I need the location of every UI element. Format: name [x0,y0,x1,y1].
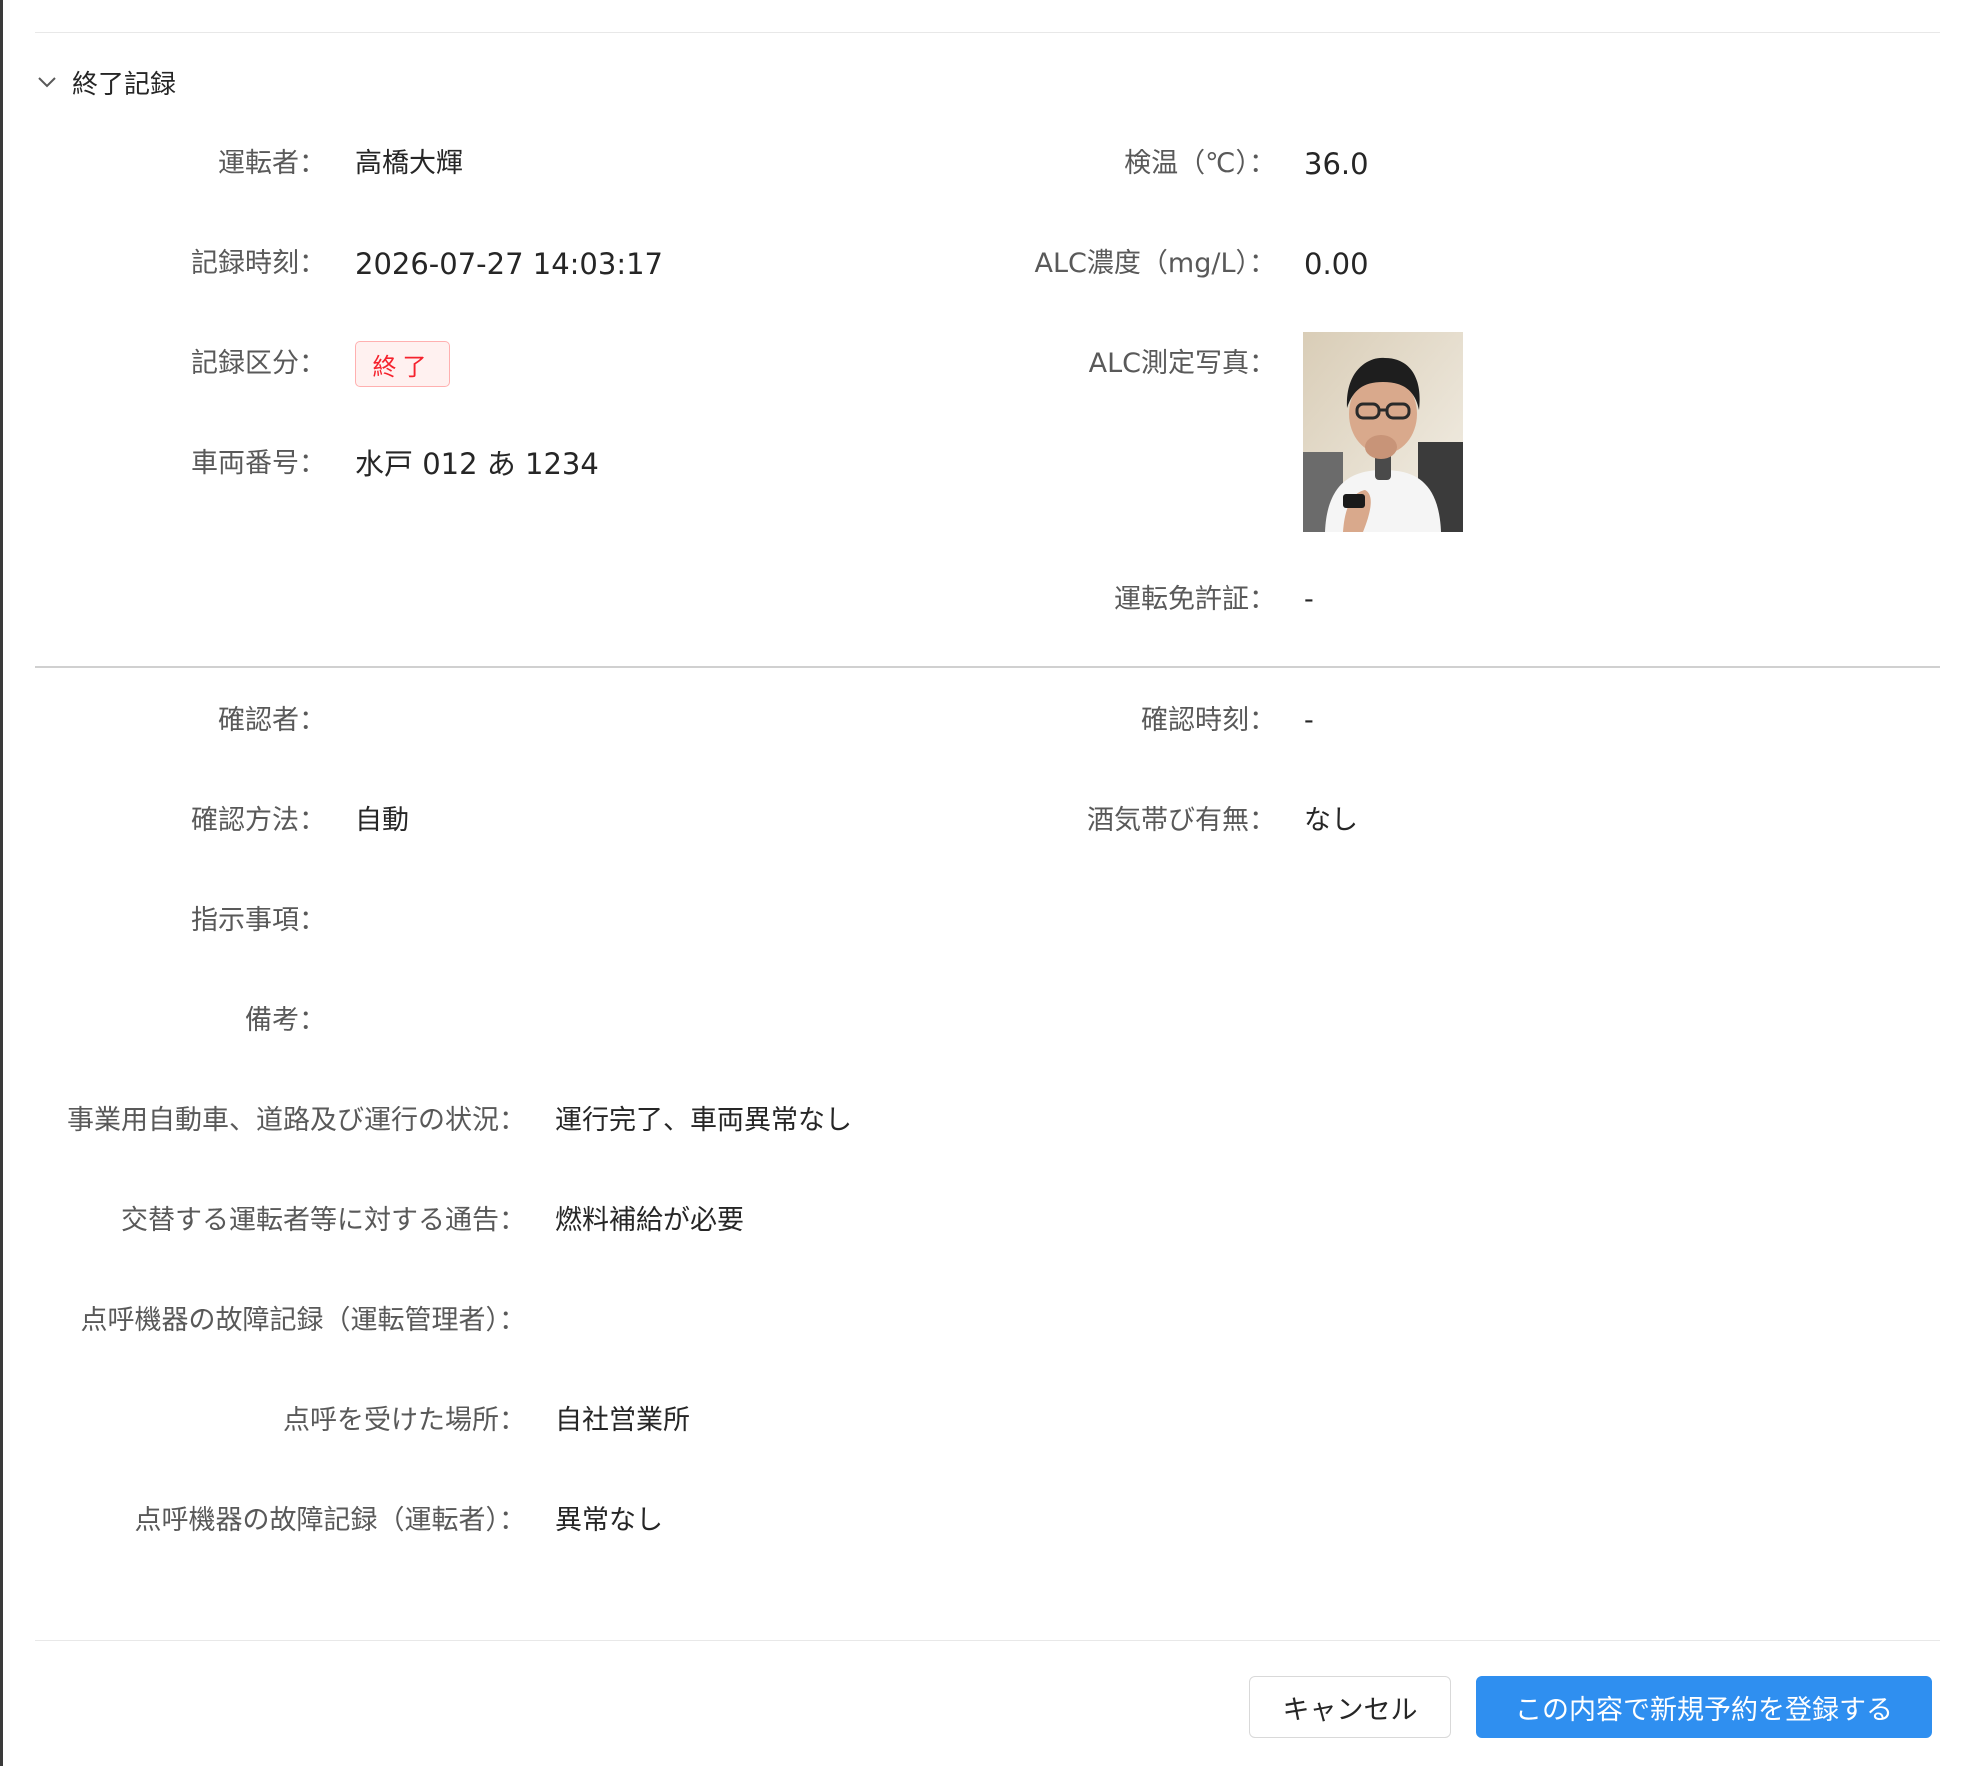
driver-value: 高橋大輝 [355,148,463,179]
record-time-value: 2026-07-27 14:03:17 [355,247,663,281]
chevron-down-icon [38,77,56,88]
device-fault-driver-value: 異常なし [555,1505,663,1536]
top-divider [35,32,1940,33]
rollcall-place-label: 点呼を受けた場所： [283,1405,526,1436]
driver-photo-image [1303,332,1463,532]
confirm-time-label: 確認時刻： [1141,705,1276,736]
section-toggle-end-record[interactable]: 終了記録 [36,64,176,100]
alcohol-presence-label: 酒気帯び有無： [1087,805,1276,836]
device-fault-admin-label: 点呼機器の故障記録（運転管理者）： [80,1305,527,1336]
instruction-label: 指示事項： [191,905,326,936]
status-badge: 終了 [355,341,450,387]
record-time-label: 記録時刻： [191,248,326,279]
drivers-license-label: 運転免許証： [1114,584,1276,615]
footer-divider [35,1640,1940,1641]
confirmer-label: 確認者： [218,705,326,736]
rollcall-place-value: 自社営業所 [555,1405,690,1436]
cancel-button[interactable]: キャンセル [1249,1676,1451,1738]
vehicle-number-value: 水戸 012 あ 1234 [355,447,599,481]
note-label: 備考： [245,1005,326,1036]
confirm-time-value: - [1304,705,1314,736]
vehicle-number-label: 車両番号： [191,448,326,479]
handover-notice-label: 交替する運転者等に対する通告： [121,1205,526,1236]
temperature-label: 検温（℃）： [1124,148,1276,179]
alc-concentration-label: ALC濃度（mg/L）： [1034,248,1276,279]
section-divider [35,666,1940,668]
confirm-method-label: 確認方法： [191,805,326,836]
alc-measurement-photo[interactable] [1303,332,1463,532]
alcohol-presence-value: なし [1304,805,1358,836]
window-edge [0,0,3,1766]
device-fault-driver-label: 点呼機器の故障記録（運転者）： [134,1505,527,1536]
drivers-license-value: - [1304,584,1314,615]
driver-label: 運転者： [218,148,326,179]
handover-notice-value: 燃料補給が必要 [555,1205,744,1236]
record-type-label: 記録区分： [191,348,326,379]
alc-concentration-value: 0.00 [1304,247,1369,281]
road-status-label: 事業用自動車、道路及び運行の状況： [67,1105,526,1136]
section-title: 終了記録 [72,69,177,100]
road-status-value: 運行完了、車両異常なし [555,1105,852,1136]
register-reservation-button[interactable]: この内容で新規予約を登録する [1476,1676,1932,1738]
temperature-value: 36.0 [1304,147,1369,181]
alc-photo-label: ALC測定写真： [1088,348,1276,379]
confirm-method-value: 自動 [355,805,409,836]
